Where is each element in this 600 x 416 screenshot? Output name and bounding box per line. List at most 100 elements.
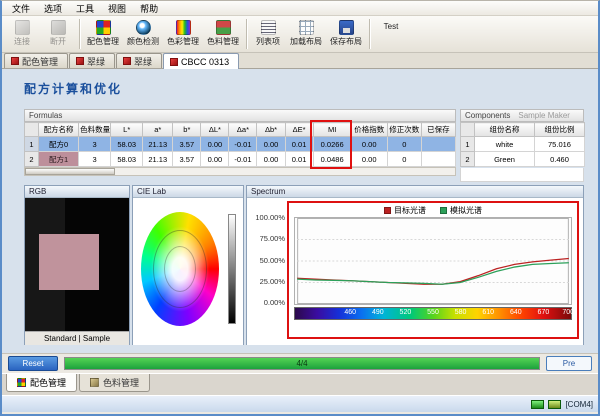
- bottom-tab-color-match[interactable]: 配色管理: [6, 374, 77, 392]
- component-row-0[interactable]: 1 white 75.016: [461, 137, 585, 152]
- cell: Green: [475, 152, 535, 167]
- page-title: 配方计算和优化: [24, 80, 122, 97]
- cell: 0: [387, 152, 421, 167]
- lightness-gradient-bar[interactable]: [228, 214, 236, 324]
- x-axis-tick: 490: [372, 309, 384, 316]
- disconnect-button[interactable]: 断开: [40, 18, 76, 49]
- tab-cuilv-1[interactable]: 翠绿: [69, 53, 115, 68]
- header-cell[interactable]: b*: [173, 123, 201, 137]
- cell: 75.016: [535, 137, 585, 152]
- color-detect-label: 颜色检测: [127, 36, 159, 47]
- wavelength-colorbar: 460 490 520 550 580 610 640 670 700: [294, 307, 572, 320]
- rgb-sample-swatch: [39, 234, 99, 290]
- status-bar: [COM4]: [2, 395, 598, 412]
- y-axis-tick: 25.00%: [249, 277, 285, 286]
- x-axis-tick: 610: [482, 309, 494, 316]
- header-cell[interactable]: Δa*: [229, 123, 257, 137]
- scrollbar-thumb[interactable]: [25, 168, 115, 175]
- tab-color-match[interactable]: 配色管理: [4, 53, 68, 68]
- cie-diagram: [133, 198, 243, 345]
- header-cell[interactable]: ΔE*: [285, 123, 313, 137]
- x-axis-tick: 520: [400, 309, 412, 316]
- color-manage-button[interactable]: 色彩管理: [163, 18, 203, 49]
- header-cell[interactable]: 修正次数: [387, 123, 421, 137]
- corner-cell: [25, 123, 39, 137]
- reset-button[interactable]: Reset: [8, 356, 58, 371]
- test-button[interactable]: Test: [373, 18, 409, 33]
- app-window: 文件 选项 工具 视图 帮助 连接 断开 配色管理 颜色检测 色彩管理: [0, 0, 600, 416]
- header-cell[interactable]: 色料数量: [79, 123, 111, 137]
- test-label: Test: [384, 22, 399, 31]
- cell: 3.57: [173, 137, 201, 152]
- progress-text: 4/4: [65, 359, 539, 368]
- components-label: Components: [465, 110, 510, 121]
- row-number-cell: 1: [461, 137, 475, 152]
- menu-view[interactable]: 视图: [101, 1, 133, 16]
- cie-panel-title: CIE Lab: [133, 186, 243, 198]
- rgb-panel-title: RGB: [25, 186, 129, 198]
- spectrum-highlight-box: 目标光谱 模拟光谱 460: [287, 201, 579, 339]
- list-icon: [261, 20, 276, 35]
- save-layout-label: 保存布局: [330, 36, 362, 47]
- header-cell[interactable]: 价格指数: [351, 123, 387, 137]
- tab-label: 翠绿: [134, 55, 152, 68]
- cell-mi: 0.0266: [313, 137, 351, 152]
- colorant-icon: [90, 378, 99, 387]
- device-indicator-icon: [548, 400, 561, 409]
- spectrum-panel-title: Spectrum: [247, 186, 583, 198]
- header-cell[interactable]: ΔL*: [201, 123, 229, 137]
- spectrum-chart: 100.00% 75.00% 50.00% 25.00% 0.00% 目标光谱 …: [247, 198, 583, 345]
- bottom-tab-bar: 配色管理 色料管理: [2, 373, 598, 395]
- header-cell[interactable]: 组份名称: [475, 123, 535, 137]
- cell-saved[interactable]: [421, 137, 455, 152]
- header-cell[interactable]: Δb*: [257, 123, 285, 137]
- sample-maker-label[interactable]: Sample Maker: [518, 110, 570, 121]
- load-layout-button[interactable]: 加载布局: [286, 18, 326, 49]
- load-layout-label: 加载布局: [290, 36, 322, 47]
- header-cell[interactable]: 组份比例: [535, 123, 585, 137]
- connect-button[interactable]: 连接: [4, 18, 40, 49]
- toolbar: 连接 断开 配色管理 颜色检测 色彩管理 色料管理 列表项: [2, 16, 598, 53]
- document-tab-bar: 配色管理 翠绿 翠绿 CBCC 0313: [2, 53, 598, 69]
- header-cell[interactable]: 配方名称: [39, 123, 79, 137]
- header-cell[interactable]: 已保存: [421, 123, 455, 137]
- cell: 0.00: [351, 137, 387, 152]
- cell: -0.01: [229, 137, 257, 152]
- tab-icon: [11, 57, 19, 65]
- cell-saved[interactable]: [421, 152, 455, 167]
- rgb-panel: RGB Standard | Sample: [24, 185, 130, 345]
- menu-options[interactable]: 选项: [37, 1, 69, 16]
- tab-cuilv-2[interactable]: 翠绿: [116, 53, 162, 68]
- cell: 3: [79, 152, 111, 167]
- pre-button[interactable]: Pre: [546, 356, 592, 371]
- color-detect-button[interactable]: 颜色检测: [123, 18, 163, 49]
- connect-label: 连接: [14, 36, 30, 47]
- save-layout-button[interactable]: 保存布局: [326, 18, 366, 49]
- cell: 0: [387, 137, 421, 152]
- components-section-header: Components Sample Maker: [460, 109, 584, 122]
- menu-tools[interactable]: 工具: [69, 1, 101, 16]
- cell: white: [475, 137, 535, 152]
- target-legend-swatch: [384, 207, 391, 214]
- row-number-cell: 2: [25, 152, 39, 167]
- header-cell[interactable]: L*: [111, 123, 143, 137]
- component-row-1[interactable]: 2 Green 0.460: [461, 152, 585, 167]
- save-layout-icon: [339, 20, 354, 35]
- color-match-button[interactable]: 配色管理: [83, 18, 123, 49]
- colorant-manage-button[interactable]: 色料管理: [203, 18, 243, 49]
- header-cell-mi[interactable]: MI: [313, 123, 351, 137]
- bottom-tab-colorant-manage[interactable]: 色料管理: [79, 374, 150, 392]
- list-items-button[interactable]: 列表项: [250, 18, 286, 49]
- formula-row-0[interactable]: 1 配方0 3 58.03 21.13 3.57 0.00 -0.01 0.00…: [25, 137, 456, 152]
- cell: 58.03: [111, 137, 143, 152]
- menu-file[interactable]: 文件: [5, 1, 37, 16]
- menu-help[interactable]: 帮助: [133, 1, 165, 16]
- header-cell[interactable]: a*: [143, 123, 173, 137]
- formula-row-1[interactable]: 2 配方1 3 58.03 21.13 3.57 0.00 -0.01 0.00…: [25, 152, 456, 167]
- formulas-horizontal-scrollbar[interactable]: [24, 167, 456, 176]
- y-axis-tick: 0.00%: [249, 298, 285, 307]
- legend-label: 模拟光谱: [450, 205, 482, 216]
- spectrum-panel: Spectrum 100.00% 75.00% 50.00% 25.00% 0.…: [246, 185, 584, 345]
- cell: 58.03: [111, 152, 143, 167]
- tab-cbcc-0313[interactable]: CBCC 0313: [163, 53, 239, 69]
